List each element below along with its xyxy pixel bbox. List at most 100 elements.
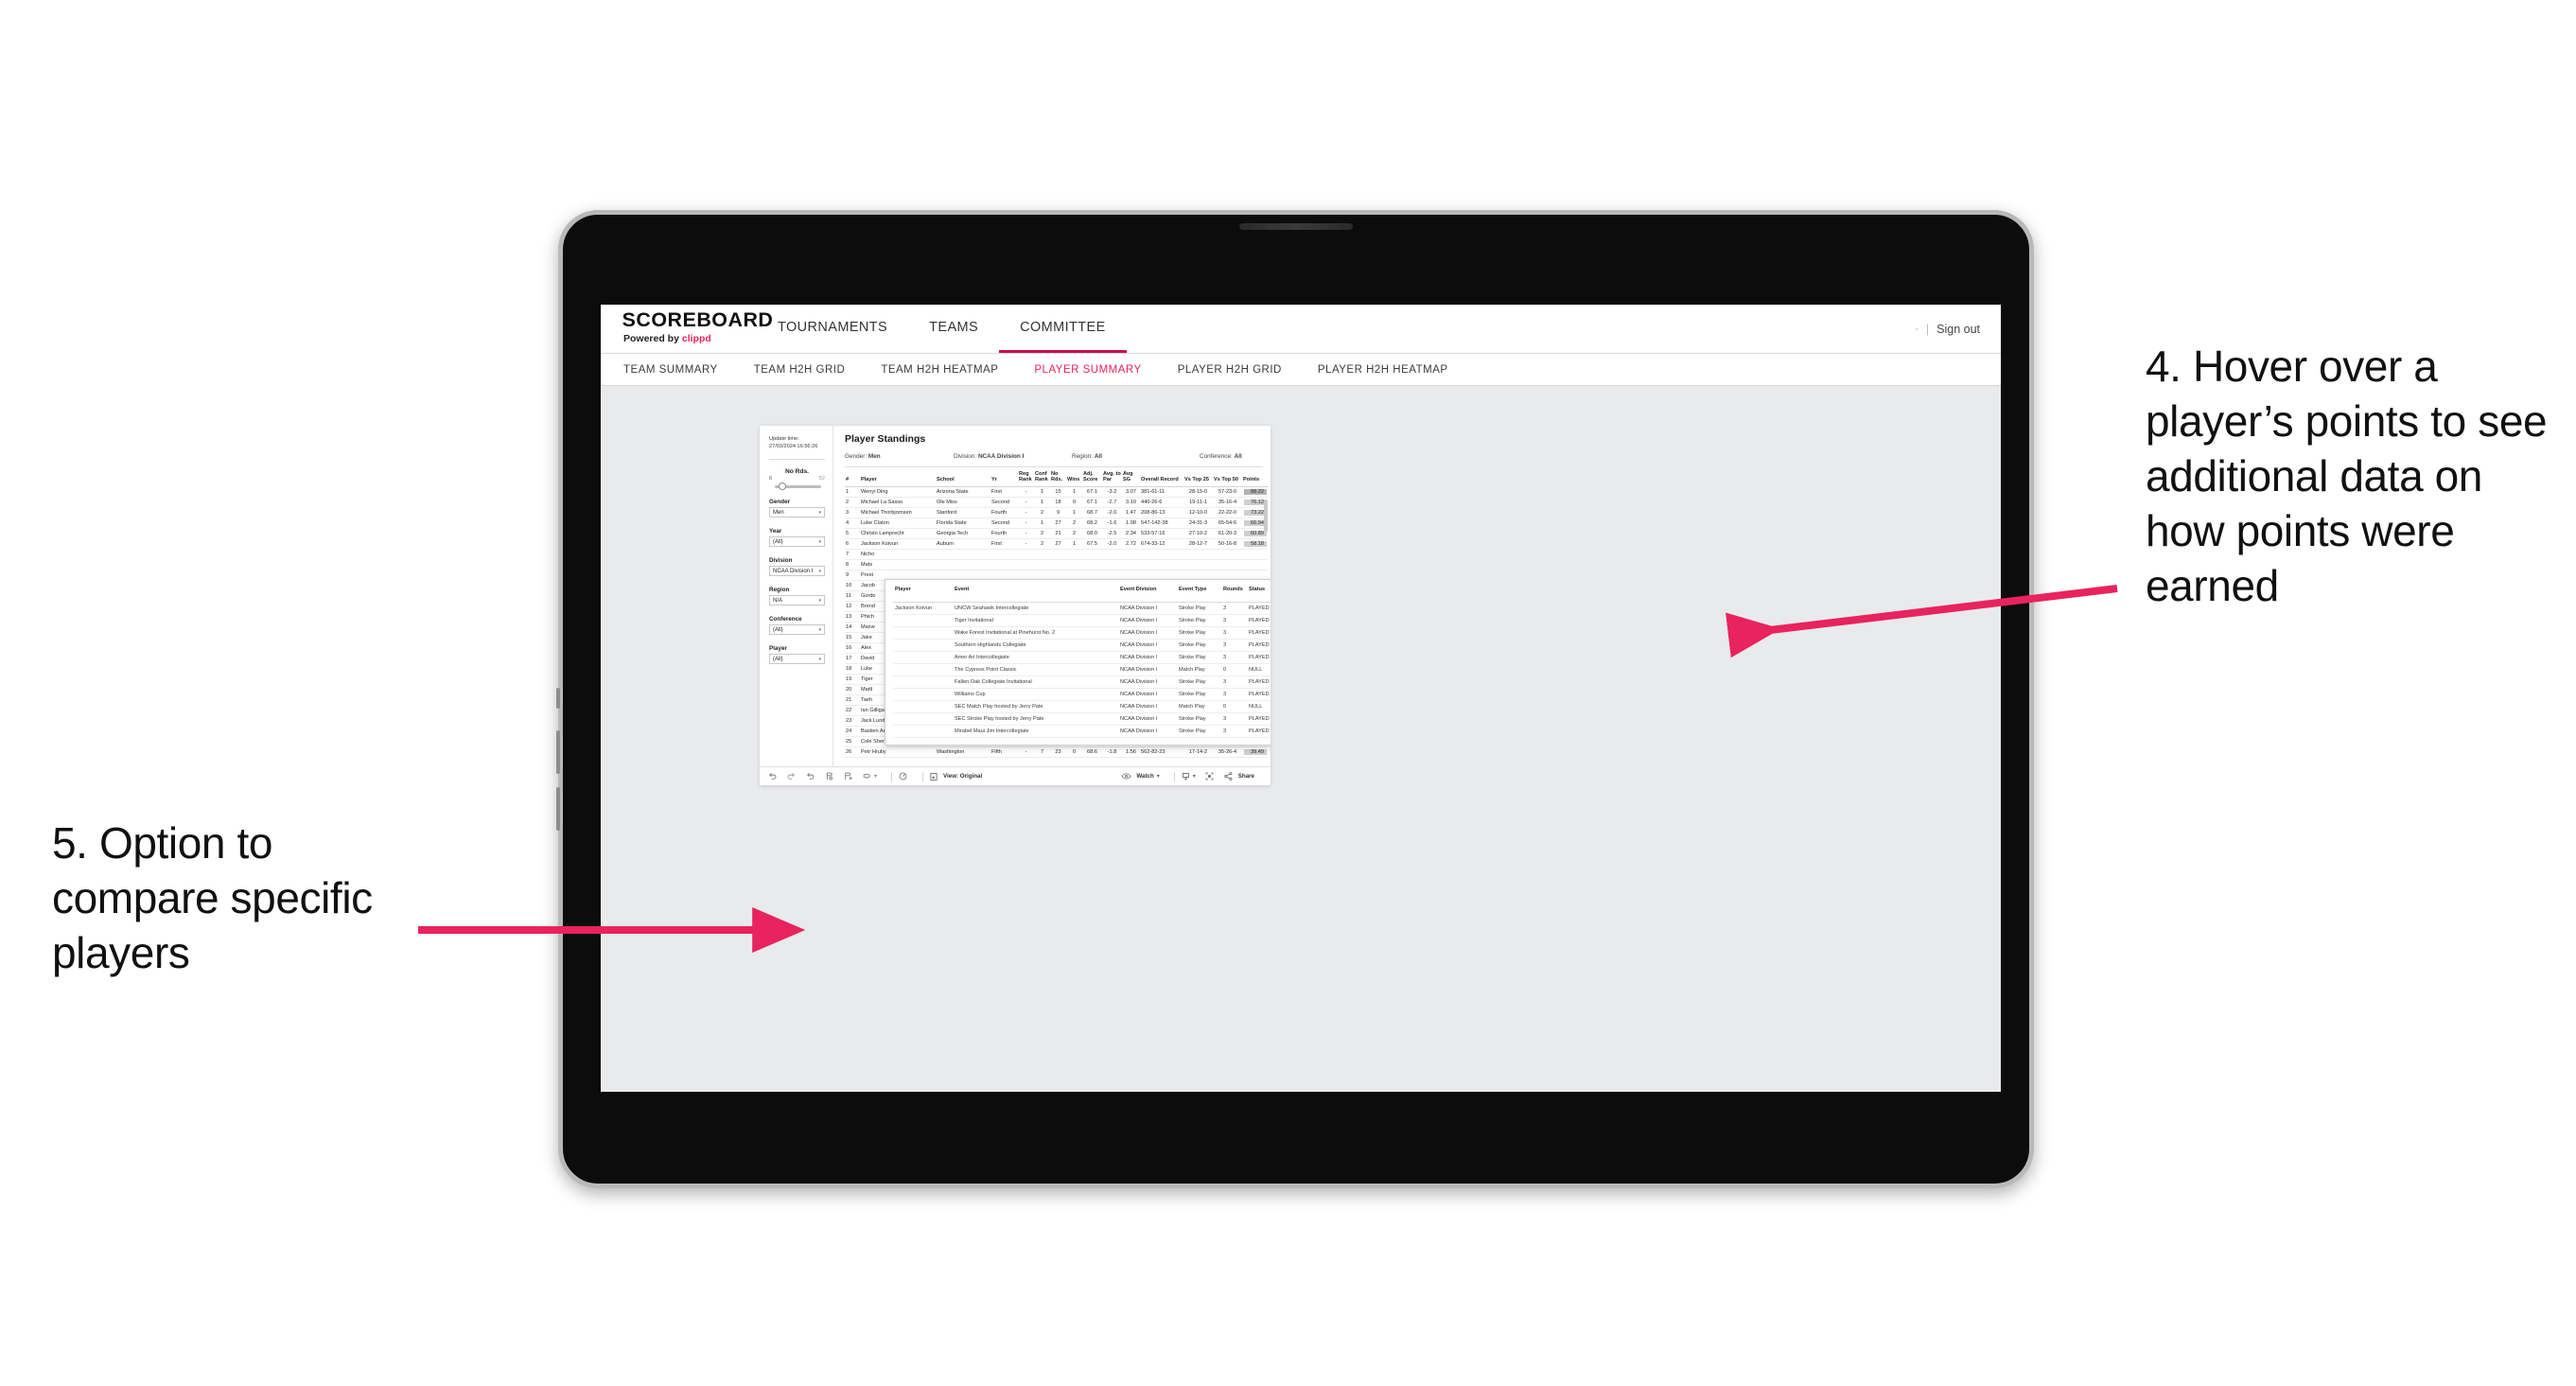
no-rounds-slider[interactable]: No Rds. 6 52 [769, 468, 825, 490]
fullscreen-icon[interactable] [1204, 771, 1215, 781]
col-player[interactable]: Player [860, 469, 936, 487]
download-icon[interactable]: ▾ [1181, 771, 1196, 781]
cell-rank: 6 [845, 538, 860, 550]
tooltip-cell-type: Stroke Play [1177, 651, 1221, 665]
tooltip-cell-type: Stroke Play [1177, 602, 1221, 616]
col-conf-rank[interactable]: Conf Rank [1034, 469, 1050, 487]
col-vs-top-25[interactable]: Vs Top 25 [1183, 469, 1213, 487]
col-overall-record[interactable]: Overall Record [1140, 469, 1183, 487]
meta-conference-value: All [1234, 453, 1242, 460]
tooltip-cell-rounds: 3 [1221, 712, 1247, 727]
subnav-item-player-summary[interactable]: PLAYER SUMMARY [1034, 364, 1160, 376]
revert-icon[interactable] [805, 771, 815, 781]
cell-yr [990, 549, 1018, 560]
col-school[interactable]: School [936, 469, 990, 487]
share-button[interactable]: Share [1223, 771, 1254, 781]
points-value: 58.18 [1244, 540, 1267, 547]
tooltip-cell-player [893, 688, 953, 702]
table-row[interactable]: 2 Michael La Sasso Ole Miss Second -1 18 0 67.1… [845, 497, 1268, 508]
col-avg-sg[interactable]: Avg SG [1122, 469, 1140, 487]
cell-school: Stanford [936, 507, 990, 518]
watch-button[interactable]: Watch ▾ [1121, 771, 1160, 781]
table-row[interactable]: 3 Michael Thorbjornsen Stanford Fourth -2 9 1 6… [845, 507, 1268, 518]
col-adj-score[interactable]: Adj. Score [1082, 469, 1102, 487]
subnav-item-team-h2h-grid[interactable]: TEAM H2H GRID [754, 364, 865, 376]
cell-rank: 22 [845, 705, 860, 716]
chevron-down-icon: ▾ [818, 538, 821, 545]
col-vs-top-50[interactable]: Vs Top 50 [1213, 469, 1242, 487]
cell-rank: 16 [845, 642, 860, 654]
cell-sg [1122, 559, 1140, 570]
pan-icon[interactable]: ▾ [862, 771, 877, 781]
table-row[interactable]: 1 Wenyi Ding Arizona State First -1 15 1 67.1 -3… [845, 486, 1268, 498]
nav-item-committee[interactable]: COMMITTEE [999, 305, 1127, 353]
tooltip-cell-event: Mirabel Maui Jim Intercollegiate [953, 725, 1118, 739]
highlight-icon[interactable] [898, 771, 908, 781]
cell-yr: Second [990, 518, 1018, 529]
cell-t50: 50-16-8 [1213, 538, 1242, 550]
table-row[interactable]: 4 Luke Claton Florida State Second -1 27 2 68.2… [845, 518, 1268, 529]
cell-points[interactable]: 39.49 [1242, 746, 1268, 758]
col-wins[interactable]: Wins [1066, 469, 1082, 487]
table-scrollbar[interactable] [1264, 500, 1268, 532]
subnav-item-team-summary[interactable]: TEAM SUMMARY [623, 364, 737, 376]
slider-knob[interactable] [778, 482, 786, 490]
filter-gender-select[interactable]: Men ▾ [769, 507, 825, 518]
table-row[interactable]: 8 Mats [845, 559, 1268, 570]
cell-t50: 22-22-0 [1213, 507, 1242, 518]
brand-logo[interactable]: SCOREBOARD Powered by clippd [601, 305, 773, 353]
sign-out-link[interactable]: Sign out [1936, 323, 1980, 336]
cell-t50: 65-54-6 [1213, 518, 1242, 529]
avatar[interactable]: · [1915, 324, 1919, 335]
slider-track[interactable] [775, 482, 821, 490]
cell-adj [1082, 549, 1102, 560]
meta-division-value: NCAA Division I [977, 453, 1025, 460]
filter-player-select[interactable]: (All) ▾ [769, 654, 825, 664]
col-rank[interactable]: # [845, 469, 860, 487]
col-points[interactable]: Points [1242, 469, 1268, 487]
col-yr[interactable]: Yr [990, 469, 1018, 487]
pause-icon[interactable] [843, 771, 853, 781]
tt-col-rounds: Rounds [1221, 586, 1247, 604]
refresh-icon[interactable] [824, 771, 834, 781]
share-label: Share [1237, 773, 1254, 780]
cell-conf: 1 [1034, 497, 1050, 508]
tooltip-row: Fallen Oak Collegiate Invitational NCAA D… [893, 675, 1270, 690]
cell-points[interactable] [1242, 559, 1268, 570]
brand-powered-by: Powered by [623, 333, 682, 344]
table-row[interactable]: 26 Petr Hruby Washington Fifth -7 23 0 68.6 -1.8… [845, 746, 1268, 758]
redo-icon[interactable] [786, 771, 797, 781]
col-reg-rank[interactable]: Reg Rank [1018, 469, 1034, 487]
toolbar-divider-2 [922, 771, 924, 781]
tooltip-cell-player [893, 639, 953, 653]
cell-t25 [1183, 549, 1213, 560]
toolbar-divider-3 [1173, 771, 1175, 781]
cell-reg: - [1018, 538, 1034, 550]
filter-conference-select[interactable]: (All) ▾ [769, 624, 825, 635]
subnav-item-player-h2h-heatmap[interactable]: PLAYER H2H HEATMAP [1318, 364, 1467, 376]
subnav-item-team-h2h-heatmap[interactable]: TEAM H2H HEATMAP [881, 364, 1017, 376]
cell-points[interactable]: 58.18 [1242, 538, 1268, 550]
col-no-rds[interactable]: No Rds. [1050, 469, 1066, 487]
filter-pane: Update time: 27/03/2024 16:56:26 No Rds.… [760, 426, 833, 766]
filter-year-select[interactable]: (All) ▾ [769, 536, 825, 547]
subnav-item-player-h2h-grid[interactable]: PLAYER H2H GRID [1178, 364, 1301, 376]
col-avg-to-par[interactable]: Avg. to Par [1102, 469, 1122, 487]
table-row[interactable]: 5 Christo Lamprecht Georgia Tech Fourth -2 21… [845, 528, 1268, 539]
filter-division-select[interactable]: NCAA Division I ▾ [769, 566, 825, 576]
table-row[interactable]: 6 Jackson Koivun Auburn First -2 27 1 67.5 -2.0 2… [845, 538, 1268, 550]
filter-region-select[interactable]: N/A ▾ [769, 595, 825, 605]
table-row[interactable]: 7 Nicho [845, 549, 1268, 560]
cell-points[interactable]: 88.22 [1242, 486, 1268, 498]
cell-adj: 68.0 [1082, 528, 1102, 539]
nav-item-tournaments[interactable]: TOURNAMENTS [757, 305, 908, 353]
cell-t25: 27-10-2 [1183, 528, 1213, 539]
tooltip-cell-status: PLAYED [1247, 675, 1270, 690]
brand-tagline: Powered by clippd [623, 333, 757, 344]
tooltip-cell-event: Amer Ari Intercollegiate [953, 651, 1118, 665]
cell-points[interactable] [1242, 549, 1268, 560]
cell-rank: 8 [845, 559, 860, 570]
nav-item-teams[interactable]: TEAMS [908, 305, 999, 353]
view-original-button[interactable]: View: Original [929, 772, 982, 781]
undo-icon[interactable] [767, 771, 778, 781]
